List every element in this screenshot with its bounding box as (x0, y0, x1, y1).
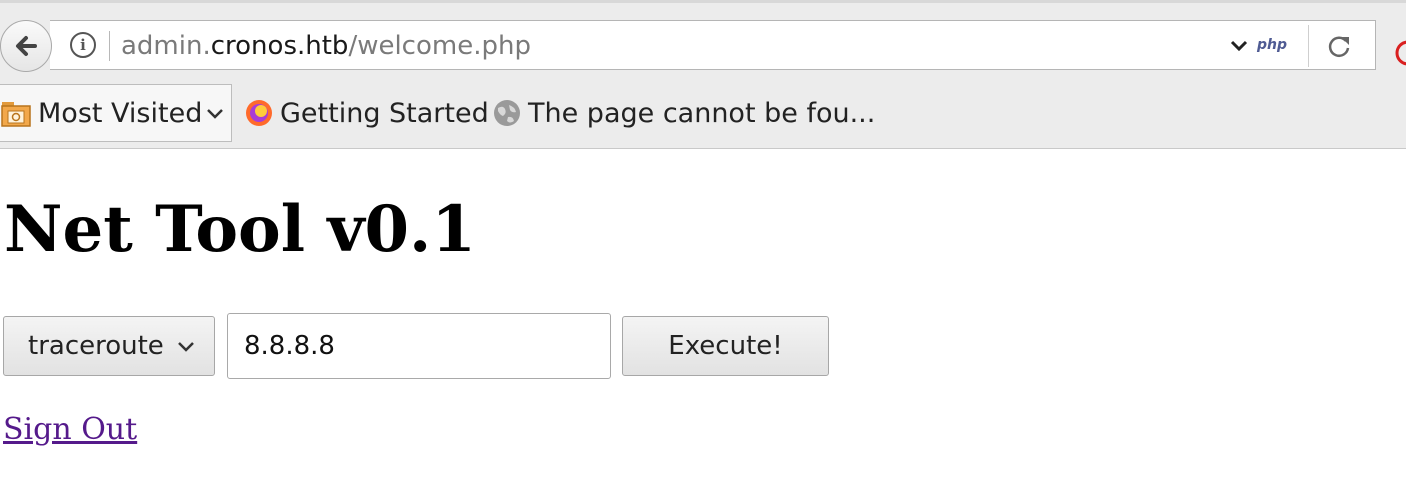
firefox-icon (246, 100, 272, 126)
php-badge: php (1257, 37, 1288, 53)
reload-icon[interactable] (1326, 33, 1352, 59)
tab-strip (0, 0, 1406, 3)
chevron-down-icon[interactable] (1228, 35, 1250, 57)
command-select[interactable]: traceroute (3, 316, 215, 376)
page-title: Net Tool v0.1 (4, 192, 476, 267)
url-text[interactable]: admin.cronos.htb/welcome.php (121, 29, 531, 63)
bookmark-getting-started[interactable]: Getting Started (244, 84, 489, 142)
stop-icon[interactable] (1394, 40, 1406, 66)
bookmark-most-visited[interactable]: Most Visited (0, 84, 232, 142)
url-host: cronos.htb (210, 31, 349, 61)
chevron-down-icon (178, 342, 194, 352)
sign-out-link[interactable]: Sign Out (3, 408, 137, 452)
bookmarks-toolbar: Most Visited Getting Started The page ca… (0, 84, 1406, 144)
browser-chrome: i admin.cronos.htb/welcome.php php Most … (0, 0, 1406, 149)
navigation-toolbar: i admin.cronos.htb/welcome.php php (0, 8, 1406, 78)
bookmark-page-not-found[interactable]: The page cannot be fou... (492, 84, 875, 142)
execute-button[interactable]: Execute! (622, 316, 829, 376)
chevron-down-icon (207, 109, 224, 119)
url-bar[interactable]: i admin.cronos.htb/welcome.php php (50, 20, 1376, 70)
url-path: /welcome.php (348, 31, 531, 61)
bookmark-label: Most Visited (38, 97, 203, 129)
bookmark-label: Getting Started (280, 97, 489, 129)
url-separator-2 (1308, 25, 1309, 67)
back-arrow-icon (16, 36, 37, 56)
globe-icon (494, 100, 520, 126)
back-button[interactable] (0, 20, 52, 72)
info-icon[interactable]: i (70, 32, 96, 58)
url-prefix: admin. (121, 31, 211, 61)
command-select-value: traceroute (28, 331, 164, 361)
url-separator (109, 31, 110, 61)
target-input[interactable] (227, 313, 611, 379)
bookmark-label: The page cannot be fou... (528, 97, 876, 129)
folder-icon (1, 102, 31, 127)
